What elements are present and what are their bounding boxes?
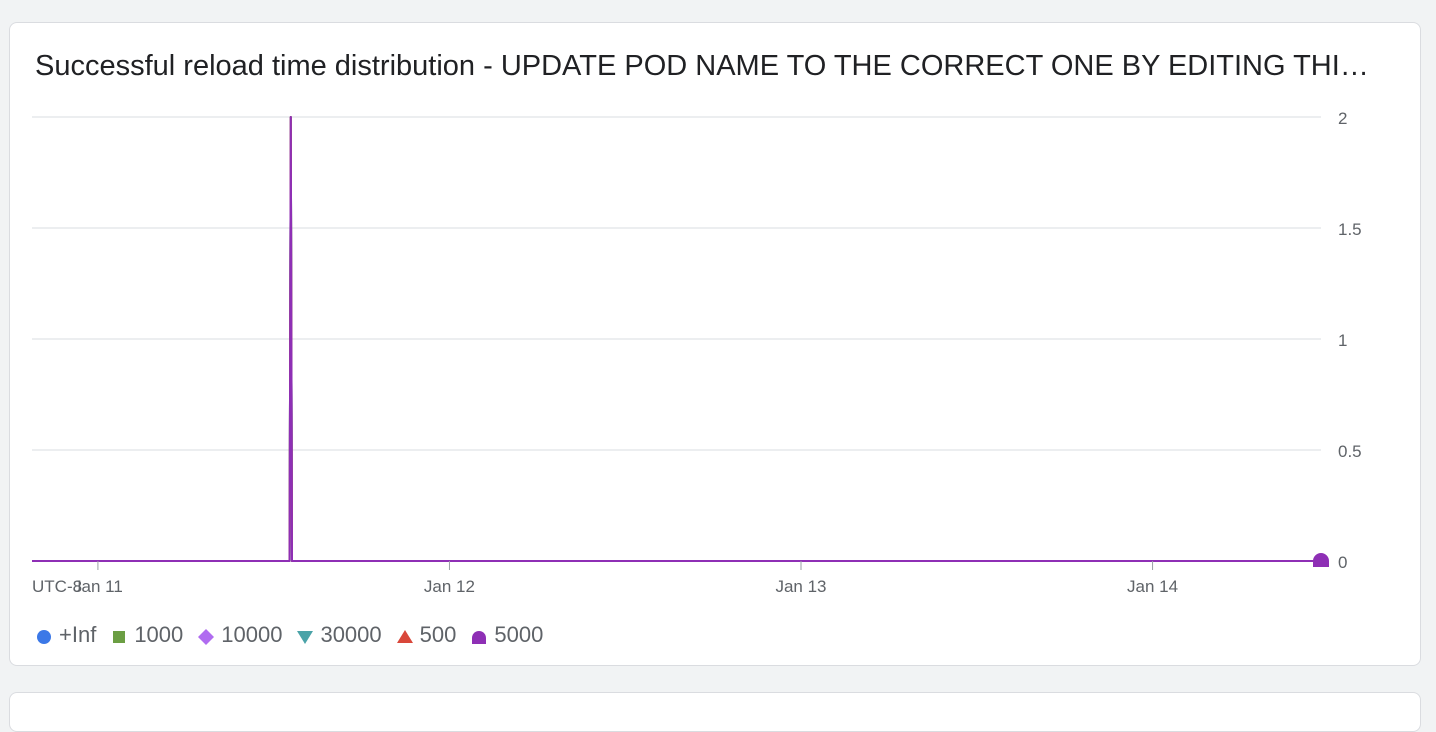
grid-lines: [32, 116, 1321, 562]
square-marker-icon: [110, 626, 128, 644]
y-tick-label: 1.5: [1338, 220, 1362, 239]
legend-label: 5000: [494, 622, 544, 647]
y-tick-label: 0.5: [1338, 442, 1362, 461]
legend-item-10000[interactable]: 10000: [197, 621, 282, 649]
next-chart-card: [9, 692, 1421, 732]
legend-label: 500: [419, 622, 457, 647]
timezone-label: UTC-8: [32, 577, 82, 596]
series-end-marker: [1313, 553, 1329, 567]
legend-item-+Inf[interactable]: +Inf: [35, 621, 96, 649]
end-markers: [1313, 553, 1329, 567]
legend-item-5000[interactable]: 5000: [470, 621, 543, 649]
y-tick-label: 2: [1338, 109, 1347, 128]
x-tick-label: Jan 13: [775, 577, 826, 596]
x-tick-label: Jan 12: [424, 577, 475, 596]
triangle-up-marker-icon: [396, 626, 414, 644]
axis-labels: 00.511.52Jan 11 Jan 12 Jan 13 Jan 14UTC-8: [32, 109, 1362, 596]
diamond-marker-icon: [197, 626, 215, 645]
legend-label: +Inf: [59, 622, 97, 647]
legend-item-30000[interactable]: 30000: [296, 621, 382, 649]
triangle-down-marker-icon: [296, 626, 314, 644]
y-tick-label: 0: [1338, 553, 1347, 572]
chart-plot[interactable]: 00.511.52Jan 11 Jan 12 Jan 13 Jan 14UTC-8: [10, 23, 1420, 623]
circle-marker-icon: [35, 626, 53, 644]
chart-legend: +Inf 1000 10000 30000 500 5000: [35, 621, 557, 649]
legend-item-1000[interactable]: 1000: [110, 621, 183, 649]
legend-item-500[interactable]: 500: [396, 621, 457, 649]
y-tick-label: 1: [1338, 331, 1347, 350]
chart-card: Successful reload time distribution - UP…: [9, 22, 1421, 666]
legend-label: 10000: [221, 622, 283, 647]
legend-label: 1000: [134, 622, 184, 647]
x-tick-label: Jan 14: [1127, 577, 1178, 596]
semicircle-marker-icon: [470, 626, 488, 644]
legend-label: 30000: [320, 622, 382, 647]
